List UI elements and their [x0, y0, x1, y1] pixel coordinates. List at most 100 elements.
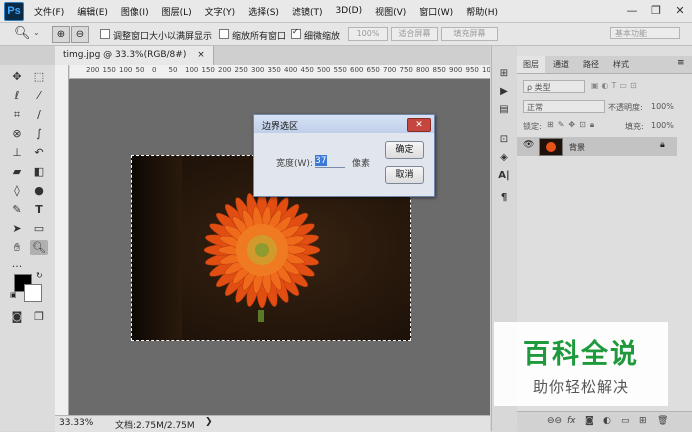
flower-center [255, 243, 269, 257]
tool-preset-chevron-icon[interactable]: ⌄ [33, 28, 40, 37]
lock-icons[interactable]: ⊞✎✥⊡🔒︎ [547, 120, 598, 130]
delete-layer-icon[interactable]: 🗑︎ [657, 416, 668, 426]
eyedropper-tool-icon[interactable]: ∕ [30, 107, 48, 122]
menu-image[interactable]: 图像(I) [121, 5, 149, 18]
swap-colors-icon[interactable]: ↻ [36, 271, 43, 280]
tab-styles[interactable]: 样式 [607, 56, 635, 73]
layer-lock-icon[interactable]: 🔒︎ [660, 140, 665, 150]
healing-brush-tool-icon[interactable]: ⊗ [8, 126, 26, 141]
layer-style-icon[interactable]: fx [567, 416, 576, 426]
character-panel-icon[interactable]: A| [496, 168, 512, 183]
zoom-tool-icon[interactable]: 🔍︎ [14, 26, 31, 41]
menu-filter[interactable]: 滤镜(T) [292, 5, 323, 18]
background-color-swatch[interactable] [24, 284, 42, 302]
ok-button[interactable]: 确定 [385, 141, 424, 159]
status-arrow-icon[interactable]: ❯ [205, 417, 213, 427]
panel-menu-icon[interactable]: ≡ [677, 58, 685, 68]
link-layers-icon[interactable]: ⊖⊖ [547, 416, 562, 426]
tab-channels[interactable]: 通道 [547, 56, 575, 73]
gradient-tool-icon[interactable]: ◧ [30, 164, 48, 179]
menu-file[interactable]: 文件(F) [34, 5, 64, 18]
minimize-button[interactable]: — [620, 0, 644, 22]
cancel-button[interactable]: 取消 [385, 166, 424, 184]
history-panel-icon[interactable]: ⊞ [496, 66, 512, 81]
tab-layers[interactable]: 图层 [517, 56, 545, 73]
scrubby-zoom-checkbox[interactable] [291, 27, 301, 39]
history-brush-tool-icon[interactable]: ↶ [30, 145, 48, 160]
zoom-100-button[interactable]: 100% [348, 27, 388, 41]
paragraph-panel-icon[interactable]: ¶ [496, 190, 512, 205]
zoom-tool-icon[interactable]: 🔍︎ [30, 240, 48, 255]
properties-panel-icon[interactable]: ▤ [496, 102, 512, 117]
fill-value[interactable]: 100% [651, 121, 674, 130]
menu-select[interactable]: 选择(S) [248, 5, 279, 18]
pen-tool-icon[interactable]: ✎ [8, 202, 26, 217]
type-tool-icon[interactable]: T [30, 202, 48, 217]
new-group-icon[interactable]: ▭ [621, 416, 630, 426]
fit-screen-button[interactable]: 适合屏幕 [391, 27, 438, 41]
fill-screen-button[interactable]: 填充屏幕 [441, 27, 498, 41]
brush-tool-icon[interactable]: ∫ [30, 126, 48, 141]
path-selection-tool-icon[interactable]: ➤ [8, 221, 26, 236]
document-tab-strip: timg.jpg @ 33.3%(RGB/8#) × [0, 46, 490, 65]
marquee-tool-icon[interactable]: ⬚ [30, 69, 48, 84]
ruler-tick-label: 350 [267, 66, 281, 74]
document-tab[interactable]: timg.jpg @ 33.3%(RGB/8#) × [55, 46, 214, 65]
layer-row-background[interactable]: 👁︎ 背景 🔒︎ [517, 137, 677, 156]
dialog-title-bar: 边界选区 ✕ [254, 115, 434, 133]
menu-type[interactable]: 文字(Y) [205, 5, 236, 18]
eraser-tool-icon[interactable]: ▰ [8, 164, 26, 179]
menu-layer[interactable]: 图层(L) [162, 5, 192, 18]
dialog-close-button[interactable]: ✕ [407, 118, 431, 132]
add-mask-icon[interactable]: ◙ [585, 416, 594, 426]
menu-edit[interactable]: 编辑(E) [77, 5, 108, 18]
blend-mode-select[interactable]: 正常 [523, 100, 605, 113]
move-tool-icon[interactable]: ✥ [8, 69, 26, 84]
lasso-tool-icon[interactable]: ℓ [8, 88, 26, 103]
layer-filter-icons[interactable]: ▣◐T▭⊡ [591, 81, 640, 90]
window-controls: — ❐ ✕ [620, 0, 692, 22]
ruler-tick-label: 950 [465, 66, 479, 74]
edit-toolbar-icon[interactable]: ··· [8, 259, 26, 274]
default-colors-icon[interactable]: ▣ [10, 291, 17, 299]
blur-tool-icon[interactable]: ◊ [8, 183, 26, 198]
screen-mode-icon[interactable]: ❐ [30, 309, 48, 324]
menu-3d[interactable]: 3D(D) [335, 6, 362, 16]
clone-stamp-tool-icon[interactable]: ⊥ [8, 145, 26, 160]
close-window-button[interactable]: ✕ [668, 0, 692, 22]
menu-window[interactable]: 窗口(W) [419, 5, 453, 18]
tab-paths[interactable]: 路径 [577, 56, 605, 73]
workspace-select[interactable]: 基本功能 [610, 27, 680, 39]
new-layer-icon[interactable]: ⊞ [639, 416, 647, 426]
menu-help[interactable]: 帮助(H) [466, 5, 498, 18]
crop-tool-icon[interactable]: ⌗ [8, 107, 26, 122]
hand-tool-icon[interactable]: ✋︎ [8, 240, 26, 255]
width-input[interactable] [315, 154, 345, 168]
options-bar: 🔍︎ ⌄ ⊕ ⊖ 调整窗口大小以满屏显示 缩放所有窗口 细微缩放 100% 适合… [0, 23, 692, 46]
dodge-tool-icon[interactable]: ● [30, 183, 48, 198]
adjustment-layer-icon[interactable]: ◐ [603, 416, 611, 426]
ruler-tick-label: 0 [152, 66, 157, 74]
ruler-tick-label: 100 [119, 66, 133, 74]
quick-mask-icon[interactable]: ◙ [8, 309, 26, 324]
magic-wand-tool-icon[interactable]: ⁄ [30, 88, 48, 103]
menu-view[interactable]: 视图(V) [375, 5, 406, 18]
actions-panel-icon[interactable]: ▶ [496, 84, 512, 99]
flower-stem [258, 310, 264, 322]
layer-filter-select[interactable]: ρ 类型 [523, 80, 585, 93]
zoom-all-windows-checkbox[interactable] [219, 29, 229, 39]
document-size-info: 文档:2.75M/2.75M [115, 421, 195, 431]
zoom-in-icon[interactable]: ⊕ [52, 26, 70, 43]
opacity-value[interactable]: 100% [651, 102, 674, 111]
info-panel-icon[interactable]: ◈ [496, 150, 512, 165]
resize-windows-checkbox[interactable] [100, 29, 110, 39]
ruler-tick-label: 800 [416, 66, 430, 74]
visibility-eye-icon[interactable]: 👁︎ [523, 140, 534, 150]
adjustments-panel-icon[interactable]: ⊡ [496, 132, 512, 147]
width-label: 宽度(W): [276, 159, 313, 169]
close-tab-icon[interactable]: × [197, 50, 205, 60]
shape-tool-icon[interactable]: ▭ [30, 221, 48, 236]
zoom-level[interactable]: 33.33% [59, 418, 93, 428]
zoom-out-icon[interactable]: ⊖ [71, 26, 89, 43]
restore-button[interactable]: ❐ [644, 0, 668, 22]
